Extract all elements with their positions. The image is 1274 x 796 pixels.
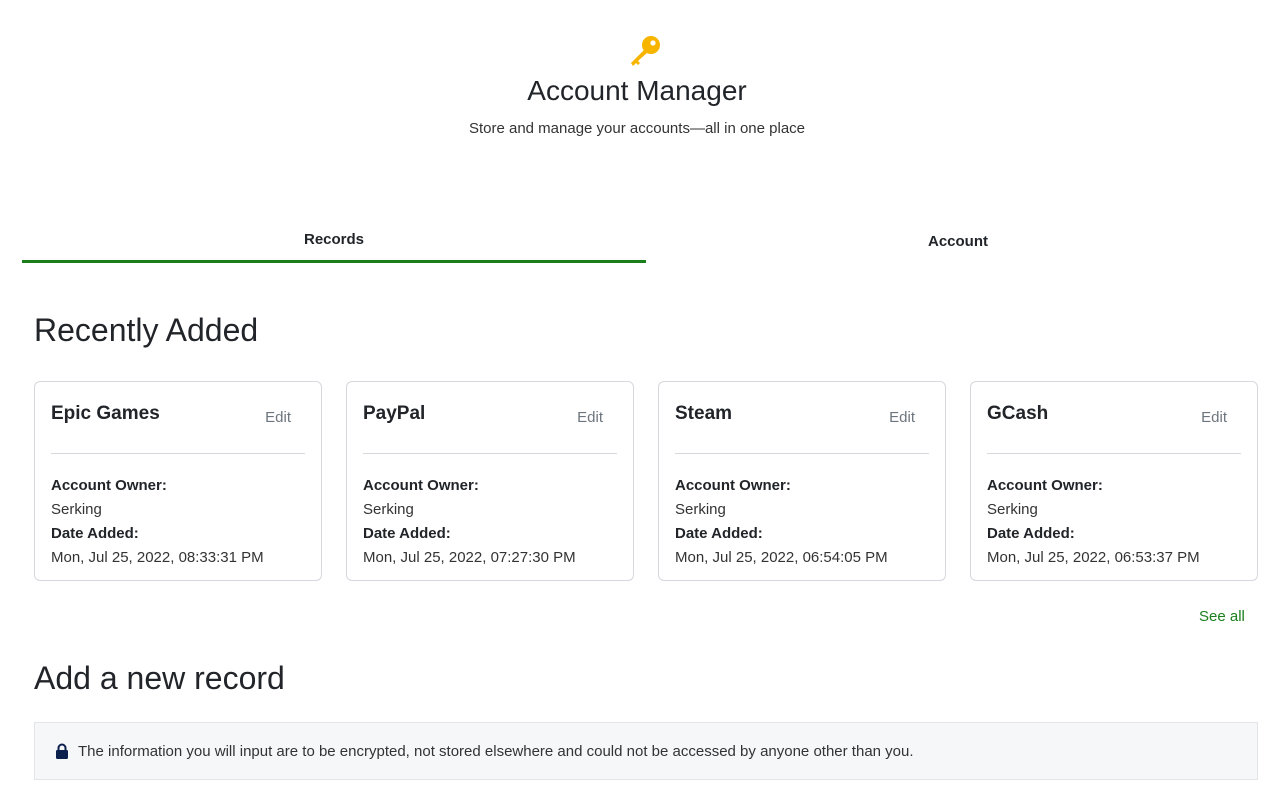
edit-button[interactable]: Edit [889,409,915,426]
add-record-heading: Add a new record [34,660,285,696]
owner-label: Account Owner: [51,477,167,494]
owner-value: Serking [363,501,414,518]
date-label: Date Added: [51,525,139,542]
key-icon [631,36,660,66]
record-name: Steam [675,403,733,424]
date-label: Date Added: [675,525,763,542]
app-header: Account Manager Store and manage your ac… [0,0,1274,160]
edit-button[interactable]: Edit [1201,409,1227,426]
owner-label: Account Owner: [363,477,479,494]
owner-value: Serking [51,501,102,518]
date-value: Mon, Jul 25, 2022, 06:54:05 PM [675,549,888,566]
date-value: Mon, Jul 25, 2022, 07:27:30 PM [363,549,576,566]
record-card: GCash Edit Account Owner: Serking Date A… [970,381,1258,581]
date-value: Mon, Jul 25, 2022, 06:53:37 PM [987,549,1200,566]
tab-bar: Records Account [22,218,1270,264]
owner-value: Serking [987,501,1038,518]
record-name: GCash [987,403,1049,424]
app-title: Account Manager [527,75,747,106]
owner-value: Serking [675,501,726,518]
date-label: Date Added: [363,525,451,542]
record-name: Epic Games [51,403,160,424]
record-card: PayPal Edit Account Owner: Serking Date … [346,381,634,581]
date-value: Mon, Jul 25, 2022, 08:33:31 PM [51,549,264,566]
record-name: PayPal [363,403,426,424]
lock-icon [56,743,68,759]
edit-button[interactable]: Edit [577,409,603,426]
record-card: Steam Edit Account Owner: Serking Date A… [658,381,946,581]
edit-button[interactable]: Edit [265,409,291,426]
record-card: Epic Games Edit Account Owner: Serking D… [34,381,322,581]
notice-text: The information you will input are to be… [78,742,914,760]
app-subtitle: Store and manage your accounts—all in on… [468,120,806,137]
see-all-link[interactable]: See all [1199,608,1245,625]
recently-added-heading: Recently Added [34,312,259,348]
owner-label: Account Owner: [675,477,791,494]
tab-records[interactable]: Records [22,218,646,263]
tab-account[interactable]: Account [646,218,1270,264]
date-label: Date Added: [987,525,1075,542]
owner-label: Account Owner: [987,477,1103,494]
encryption-notice: The information you will input are to be… [34,722,1258,780]
recent-records-list: Epic Games Edit Account Owner: Serking D… [34,381,1258,581]
